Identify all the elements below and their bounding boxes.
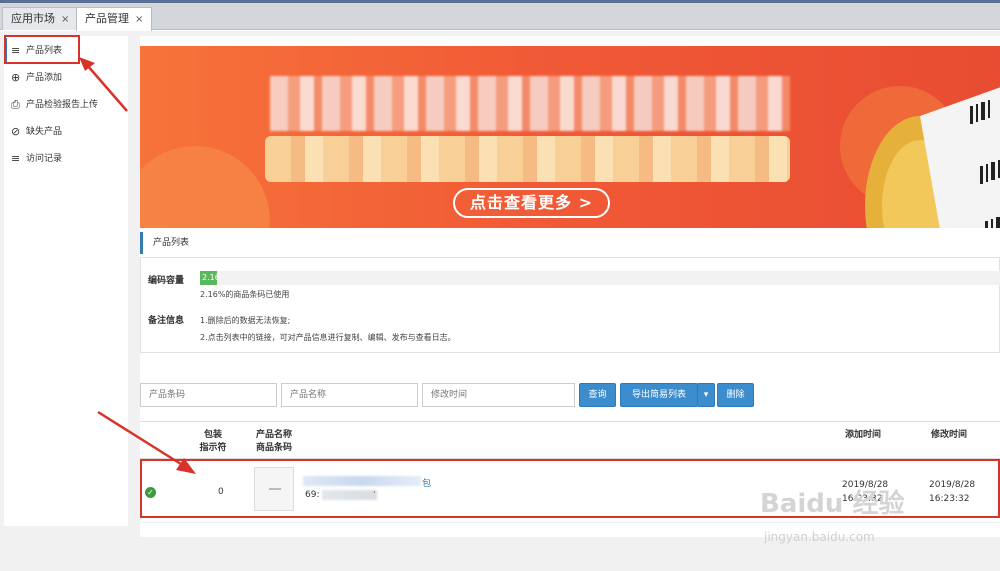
capacity-progress-bar: 2.16 bbox=[200, 271, 1000, 285]
export-dropdown-toggle[interactable]: ▾ bbox=[697, 383, 715, 407]
export-list-button[interactable]: 导出简易列表 bbox=[620, 383, 698, 407]
promo-banner[interactable]: 点击查看更多 > bbox=[140, 46, 1000, 228]
tab-product-management[interactable]: 产品管理 × bbox=[76, 7, 153, 31]
watermark-logo: Baidu 经验 bbox=[760, 489, 905, 519]
banner-decoration bbox=[140, 146, 270, 228]
close-icon[interactable]: × bbox=[135, 14, 143, 25]
list-icon: ≡ bbox=[11, 152, 21, 165]
highlight-box bbox=[4, 35, 80, 64]
modified-time-input[interactable] bbox=[422, 383, 575, 407]
sidebar-item-visit-log[interactable]: ≡ 访问记录 bbox=[4, 146, 128, 172]
header-packaging[interactable]: 包装 指示符 bbox=[198, 429, 228, 455]
barcode-input[interactable] bbox=[140, 383, 277, 407]
header-modified-time[interactable]: 修改时间 bbox=[926, 429, 972, 442]
remark-line-1: 1.删除后的数据无法恢复; bbox=[200, 316, 291, 325]
tab-app-market[interactable]: 应用市场 × bbox=[2, 7, 79, 30]
upload-doc-icon: ⎙ bbox=[11, 98, 20, 111]
remark-line-2: 2.点击列表中的链接，可对产品信息进行复制、编辑、发布与查看日志。 bbox=[200, 333, 456, 342]
tab-bar: 应用市场 × 产品管理 × bbox=[0, 3, 1000, 31]
header-text: 商品条码 bbox=[255, 443, 292, 453]
missing-doc-icon: ⊘ bbox=[11, 125, 21, 138]
add-doc-icon: ⊕ bbox=[11, 71, 21, 84]
delete-button[interactable]: 删除 bbox=[717, 383, 754, 407]
banner-title-blurred bbox=[270, 76, 790, 131]
banner-subtitle-blurred bbox=[265, 136, 790, 182]
banner-more-button[interactable]: 点击查看更多 > bbox=[453, 188, 610, 218]
header-product-name[interactable]: 产品名称 商品条码 bbox=[252, 429, 296, 455]
tab-label: 产品管理 bbox=[85, 12, 129, 25]
header-text: 产品名称 bbox=[255, 430, 292, 440]
close-icon[interactable]: × bbox=[61, 14, 69, 25]
header-added-time[interactable]: 添加时间 bbox=[840, 429, 886, 442]
sidebar-item-label: 缺失产品 bbox=[26, 127, 63, 137]
capacity-label: 编码容量 bbox=[148, 276, 185, 286]
sidebar-item-missing-products[interactable]: ⊘ 缺失产品 bbox=[4, 119, 128, 145]
sidebar-item-label: 访问记录 bbox=[26, 154, 63, 164]
panel-title: 产品列表 bbox=[140, 232, 1000, 254]
header-text: 指示符 bbox=[199, 443, 227, 453]
capacity-note: 2.16%的商品条码已使用 bbox=[200, 290, 290, 299]
barcode-roll-image bbox=[865, 87, 1000, 228]
sidebar-item-label: 产品添加 bbox=[26, 73, 63, 83]
product-name-input[interactable] bbox=[281, 383, 418, 407]
watermark-url: jingyan.baidu.com bbox=[764, 530, 875, 544]
annotation-arrow bbox=[97, 410, 196, 474]
header-text: 包装 bbox=[203, 430, 222, 440]
query-button[interactable]: 查询 bbox=[579, 383, 616, 407]
tab-label: 应用市场 bbox=[11, 12, 55, 25]
remark-label: 备注信息 bbox=[148, 316, 185, 326]
annotation-arrow bbox=[79, 57, 128, 112]
capacity-progress-fill: 2.16 bbox=[200, 271, 220, 285]
